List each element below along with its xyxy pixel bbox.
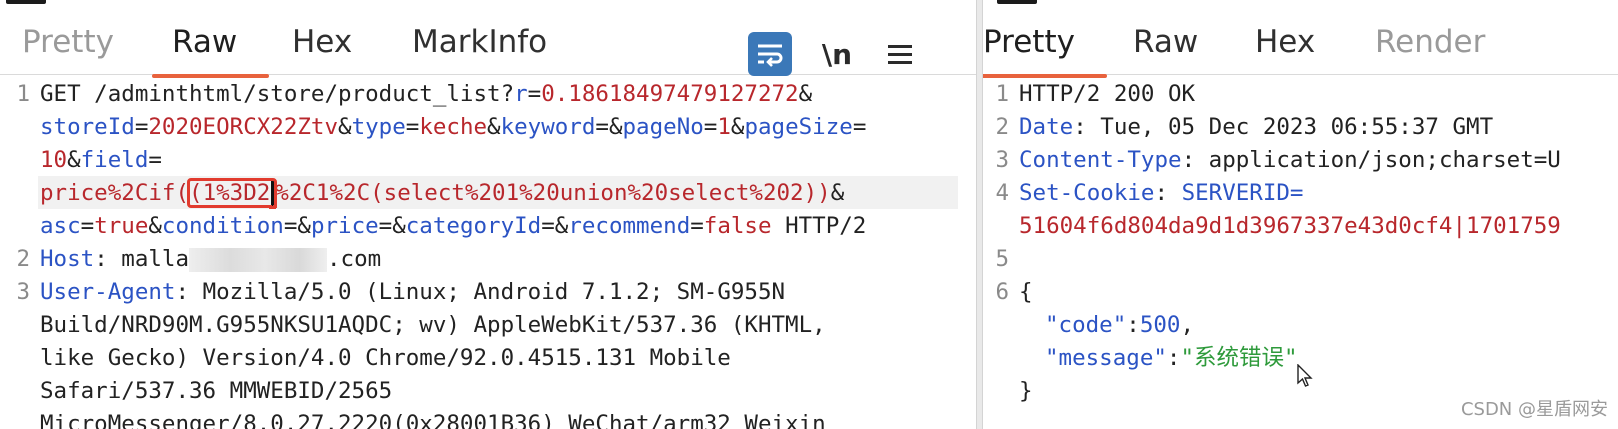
response-title-fragment [997,0,1037,4]
tab-render[interactable]: Render [1375,24,1485,70]
tab-markinfo[interactable]: MarkInfo [412,24,547,70]
line-number: 6 [995,279,1009,305]
line-number: 4 [995,180,1009,206]
line-number: 2 [16,246,30,272]
highlighted-payload: (1%3D2 [187,178,278,208]
request-line-cont: asc=true&condition=&price=&categoryId=&r… [40,213,867,239]
content-type-header: Content-Type: application/json;charset=U [1019,147,1561,173]
pane-splitter[interactable] [976,0,983,429]
set-cookie-header: Set-Cookie: SERVERID= [1019,180,1304,206]
user-agent-cont: MicroMessenger/8.0.27.2220(0x28001B36) W… [40,411,826,429]
line-number: 3 [16,279,30,305]
tab-raw[interactable]: Raw [151,24,270,78]
request-line-cont: storeId=2020EORCX22Ztv&type=keche&keywor… [40,114,867,140]
user-agent-cont: Build/NRD90M.G955NKSU1AQDC; wv) AppleWeb… [40,312,826,338]
redacted-host [189,247,328,272]
menu-button[interactable] [878,32,922,76]
json-message-line: "message":"系统错误" [1045,345,1298,371]
request-title-fragment [6,0,46,4]
date-header: Date: Tue, 05 Dec 2023 06:55:37 GMT [1019,114,1494,140]
request-line: GET /adminthtml/store/product_list?r=0.1… [40,81,813,107]
mouse-pointer-icon [1297,364,1313,387]
request-editor[interactable]: 1 2 3 GET /adminthtml/store/product_list… [0,78,976,429]
user-agent-cont: Safari/537.36 MMWEBID/2565 [40,378,393,404]
text-caret [271,180,275,207]
json-brace-open: { [1019,279,1033,305]
menu-icon [888,45,912,64]
user-agent-cont: like Gecko) Version/4.0 Chrome/92.0.4515… [40,345,731,371]
tab-pretty[interactable]: Pretty [983,24,1107,78]
status-line: HTTP/2 200 OK [1019,81,1196,107]
host-header: Host: malla .com [40,246,382,272]
watermark: CSDN @星盾网安 [1460,399,1608,420]
user-agent-header: User-Agent: Mozilla/5.0 (Linux; Android … [40,279,786,305]
line-number: 1 [16,81,30,107]
wrap-lines-icon [758,44,783,67]
wrap-lines-button[interactable] [748,32,792,76]
newline-toggle-button[interactable]: \n [815,32,859,76]
response-tab-bar: Pretty Raw Hex Render [983,14,1618,78]
request-line-cont: price%2Cif((1%3D2 %2C1%2C(select%201%20un… [40,178,845,208]
request-line-cont: 10&field= [40,147,162,173]
request-tab-bar: Pretty Raw Hex MarkInfo \n [0,14,976,78]
json-code-line: "code":500, [1045,312,1195,338]
set-cookie-value: 51604f6d804da9d1d3967337e43d0cf4|1701759 [1019,213,1561,239]
tab-hex[interactable]: Hex [1255,24,1315,70]
json-brace-close: } [1019,378,1033,404]
line-number: 5 [995,246,1009,272]
request-pane: Pretty Raw Hex MarkInfo \n 1 2 3 GET /ad… [0,0,976,429]
tab-pretty[interactable]: Pretty [22,24,114,70]
line-number: 3 [995,147,1009,173]
tab-raw[interactable]: Raw [1133,24,1198,70]
tab-hex[interactable]: Hex [292,24,352,70]
line-number: 1 [995,81,1009,107]
line-number: 2 [995,114,1009,140]
